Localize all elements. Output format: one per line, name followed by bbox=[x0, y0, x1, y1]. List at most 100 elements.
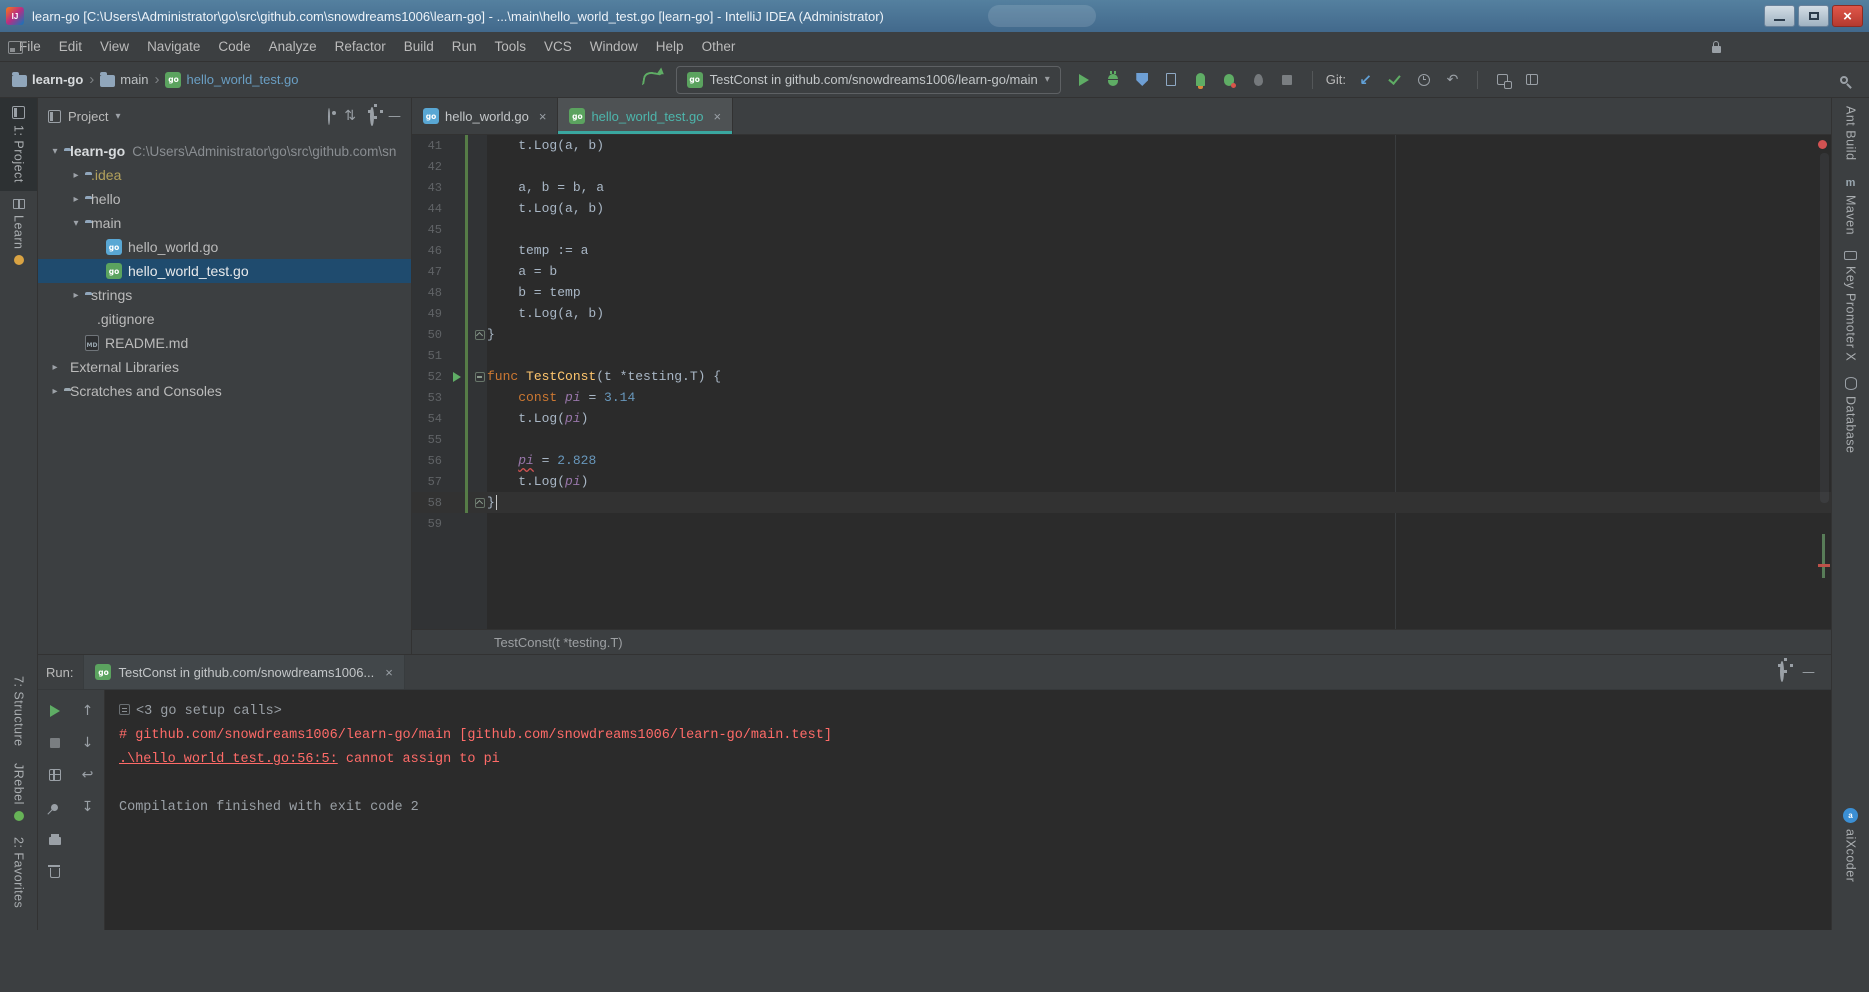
menu-item-build[interactable]: Build bbox=[395, 35, 443, 58]
update-project-button[interactable]: ↙ bbox=[1352, 67, 1379, 93]
close-button[interactable]: × bbox=[1832, 5, 1863, 27]
menu-item-view[interactable]: View bbox=[91, 35, 138, 58]
search-everywhere-button[interactable] bbox=[1830, 67, 1857, 93]
jrebel-debug-button[interactable] bbox=[1216, 67, 1243, 93]
breadcrumb-item-learn-go[interactable]: learn-go bbox=[12, 72, 83, 87]
stripe-tab-jrebel[interactable]: JRebel bbox=[0, 755, 37, 829]
stripe-tab-key-promoter-x[interactable]: Key Promoter X bbox=[1832, 243, 1869, 369]
expand-arrow-icon[interactable]: ▸ bbox=[67, 194, 85, 205]
tree-item-external-libraries[interactable]: ▸External Libraries bbox=[38, 355, 411, 379]
tree-item-main[interactable]: ▾main bbox=[38, 211, 411, 235]
tree-item-hello-world-go[interactable]: gohello_world.go bbox=[38, 235, 411, 259]
maximize-button[interactable] bbox=[1798, 5, 1829, 27]
hide-button[interactable]: — bbox=[388, 108, 401, 124]
commit-button[interactable] bbox=[1381, 67, 1408, 93]
lock-icon[interactable] bbox=[1712, 46, 1721, 53]
run-test-icon[interactable] bbox=[453, 372, 461, 382]
tab-close-icon[interactable]: × bbox=[539, 109, 547, 124]
tree-item-learn-go[interactable]: ▾learn-goC:\Users\Administrator\go\src\g… bbox=[38, 139, 411, 163]
profiler-button[interactable] bbox=[1158, 67, 1185, 93]
tab-close-icon[interactable]: × bbox=[713, 109, 721, 124]
editor-breadcrumb[interactable]: TestConst(t *testing.T) bbox=[494, 635, 623, 650]
breadcrumb-item-main[interactable]: main bbox=[100, 72, 148, 87]
run-tab[interactable]: go TestConst in github.com/snowdreams100… bbox=[83, 655, 404, 689]
stop-button[interactable] bbox=[1274, 67, 1301, 93]
toolwindow-toggle-icon[interactable] bbox=[8, 41, 23, 54]
stripe-tab-ant-build[interactable]: Ant Build bbox=[1832, 98, 1869, 169]
menu-item-edit[interactable]: Edit bbox=[50, 35, 91, 58]
tree-item-scratches-and-consoles[interactable]: ▸Scratches and Consoles bbox=[38, 379, 411, 403]
down-button[interactable]: ↓ bbox=[77, 732, 99, 754]
breadcrumb-item-hello-world-test-go[interactable]: gohello_world_test.go bbox=[165, 72, 298, 88]
menu-item-refactor[interactable]: Refactor bbox=[326, 35, 395, 58]
expand-arrow-icon[interactable]: ▸ bbox=[67, 170, 85, 181]
stripe-tab-1-project[interactable]: 1: Project bbox=[0, 98, 37, 191]
debug-button[interactable] bbox=[1100, 67, 1127, 93]
layout-grid-button[interactable] bbox=[44, 764, 66, 786]
hide-button[interactable]: — bbox=[1802, 663, 1815, 681]
stop-button[interactable] bbox=[44, 732, 66, 754]
settings-button[interactable] bbox=[370, 109, 374, 124]
locate-button[interactable] bbox=[328, 109, 330, 124]
layout-button[interactable] bbox=[1518, 67, 1545, 93]
menu-item-code[interactable]: Code bbox=[209, 35, 259, 58]
tree-item-hello[interactable]: ▸hello bbox=[38, 187, 411, 211]
tree-item-strings[interactable]: ▸strings bbox=[38, 283, 411, 307]
expand-arrow-icon[interactable]: ▸ bbox=[46, 362, 64, 373]
minimize-button[interactable] bbox=[1764, 5, 1795, 27]
print-button[interactable] bbox=[44, 828, 66, 850]
stripe-tab-learn[interactable]: Learn bbox=[0, 191, 37, 273]
jrebel-run-button[interactable] bbox=[1187, 67, 1214, 93]
jrebel-remote-button[interactable] bbox=[1245, 67, 1272, 93]
expand-arrow-icon[interactable]: ▸ bbox=[67, 290, 85, 301]
menu-item-analyze[interactable]: Analyze bbox=[260, 35, 326, 58]
run-button[interactable] bbox=[1071, 67, 1098, 93]
collapse-button[interactable]: ⇅ bbox=[344, 108, 356, 124]
run-console[interactable]: <3 go setup calls># github.com/snowdream… bbox=[104, 690, 1831, 930]
chevron-down-icon[interactable]: ▾ bbox=[115, 111, 120, 122]
rerun-button[interactable] bbox=[44, 700, 66, 722]
menu-item-other[interactable]: Other bbox=[693, 35, 745, 58]
menu-item-window[interactable]: Window bbox=[581, 35, 647, 58]
clear-button[interactable] bbox=[44, 860, 66, 882]
menu-item-vcs[interactable]: VCS bbox=[535, 35, 581, 58]
settings-button[interactable] bbox=[1780, 663, 1784, 681]
menu-item-tools[interactable]: Tools bbox=[486, 35, 536, 58]
scrollend-button[interactable]: ↧ bbox=[77, 796, 99, 818]
rollback-button[interactable]: ↶ bbox=[1439, 67, 1466, 93]
menu-item-help[interactable]: Help bbox=[647, 35, 693, 58]
green-curved-arrow-icon[interactable] bbox=[639, 67, 666, 93]
fold-marker-icon[interactable] bbox=[475, 372, 485, 382]
up-button[interactable]: ↑ bbox=[77, 700, 99, 722]
toolwindows-button[interactable] bbox=[1489, 67, 1516, 93]
console-file-link[interactable]: .\hello_world_test.go:56:5: bbox=[119, 752, 338, 767]
error-stripe-indicator[interactable] bbox=[1818, 140, 1827, 149]
stripe-tab-2-favorites[interactable]: 2: Favorites bbox=[0, 829, 37, 916]
expand-arrow-icon[interactable]: ▸ bbox=[46, 386, 64, 397]
close-icon[interactable]: × bbox=[385, 665, 393, 680]
editor-tab-hello-world-go[interactable]: gohello_world.go× bbox=[412, 98, 558, 134]
editor[interactable]: 41 t.Log(a, b)4243 a, b = b, a44 t.Log(a… bbox=[412, 135, 1831, 629]
tree-item-idea[interactable]: ▸.idea bbox=[38, 163, 411, 187]
console-fold-icon[interactable] bbox=[119, 704, 130, 715]
stripe-tab-maven[interactable]: mMaven bbox=[1832, 169, 1869, 243]
tree-item-gitignore[interactable]: .gitignore bbox=[38, 307, 411, 331]
tree-item-readme-md[interactable]: MDREADME.md bbox=[38, 331, 411, 355]
coverage-button[interactable] bbox=[1129, 67, 1156, 93]
fold-marker-icon[interactable] bbox=[475, 498, 485, 508]
softwrap-button[interactable]: ↩ bbox=[77, 764, 99, 786]
fold-marker-icon[interactable] bbox=[475, 330, 485, 340]
pin-button[interactable] bbox=[44, 796, 66, 818]
stripe-tab-aixcoder[interactable]: aaiXcoder bbox=[1832, 800, 1869, 890]
error-mark[interactable] bbox=[1818, 564, 1830, 567]
stripe-tab-database[interactable]: Database bbox=[1832, 369, 1869, 462]
stripe-tab-7-structure[interactable]: 7: Structure bbox=[0, 668, 37, 755]
editor-scrollbar[interactable] bbox=[1820, 153, 1829, 503]
editor-tab-hello-world-test-go[interactable]: gohello_world_test.go× bbox=[558, 98, 733, 134]
history-button[interactable] bbox=[1410, 67, 1437, 93]
run-config-select[interactable]: go TestConst in github.com/snowdreams100… bbox=[676, 66, 1061, 94]
menu-item-run[interactable]: Run bbox=[443, 35, 486, 58]
expand-arrow-icon[interactable]: ▾ bbox=[67, 218, 85, 229]
tree-item-hello-world-test-go[interactable]: gohello_world_test.go bbox=[38, 259, 411, 283]
expand-arrow-icon[interactable]: ▾ bbox=[46, 146, 64, 157]
